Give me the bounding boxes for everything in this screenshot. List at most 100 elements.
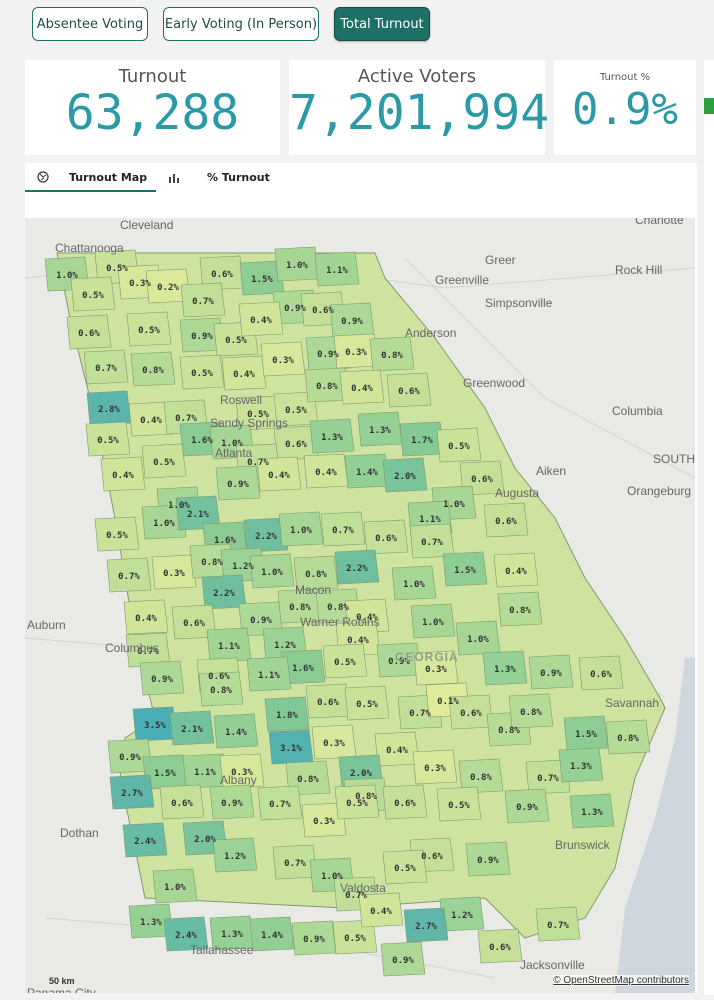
city-label: SOUTH xyxy=(653,452,695,466)
city-label: Jacksonville xyxy=(520,958,585,972)
county-turnout-label: 0.4% xyxy=(135,614,157,624)
county-turnout-label: 0.8% xyxy=(327,603,349,613)
absentee-voting-tab[interactable]: Absentee Voting xyxy=(32,7,148,41)
county-turnout-label: 0.7% xyxy=(421,538,443,548)
county-turnout-label: 0.8% xyxy=(142,366,164,376)
county-turnout-label: 0.5% xyxy=(153,458,175,468)
county-turnout-label: 1.6% xyxy=(214,536,236,546)
county-turnout-label: 1.0% xyxy=(153,519,175,529)
county-turnout-label: 0.9% xyxy=(317,350,339,360)
county-turnout-label: 1.1% xyxy=(194,768,216,778)
city-label: Brunswick xyxy=(555,838,611,852)
county-turnout-label: 0.5% xyxy=(225,336,247,346)
county-turnout-label: 0.2% xyxy=(157,283,179,293)
active-voters-label: Active Voters xyxy=(357,66,477,87)
city-label: Orangeburg xyxy=(627,484,691,498)
county-turnout-label: 2.1% xyxy=(187,510,209,520)
county-turnout-label: 1.1% xyxy=(326,266,348,276)
county-turnout-label: 0.8% xyxy=(210,686,232,696)
county-turnout-label: 0.5% xyxy=(448,442,470,452)
county-turnout-label: 1.0% xyxy=(286,261,308,271)
county-turnout-label: 2.2% xyxy=(213,589,235,599)
county-turnout-label: 2.0% xyxy=(194,835,216,845)
county-turnout-label: 1.5% xyxy=(154,769,176,779)
county-turnout-label: 1.0% xyxy=(403,580,425,590)
globe-icon[interactable] xyxy=(37,163,49,191)
county-turnout-label: 0.6% xyxy=(489,943,511,953)
county-turnout-label: 0.4% xyxy=(315,468,337,478)
map-svg: 1.0%0.5%0.3% 0.2%0.6% 1.5%1.0% 1.1%0.5%0.7%… xyxy=(25,218,695,993)
city-label: Greer xyxy=(485,253,516,267)
county-turnout-label: 0.6% xyxy=(398,387,420,397)
county-turnout-label: 0.5% xyxy=(346,799,368,809)
county-turnout-label: 1.5% xyxy=(575,730,597,740)
county-turnout-label: 0.6% xyxy=(590,670,612,680)
county-turnout-label: 0.3% xyxy=(424,764,446,774)
county-turnout-label: 1.4% xyxy=(356,468,378,478)
county-turnout-label: 0.3% xyxy=(272,356,294,366)
county-turnout-label: 0.4% xyxy=(233,370,255,380)
city-label: Valdosta xyxy=(340,881,386,895)
county-turnout-label: 1.3% xyxy=(581,808,603,818)
county-turnout-label: 0.5% xyxy=(394,864,416,874)
county-turnout-label: 0.6% xyxy=(394,799,416,809)
county-turnout-label: 0.4% xyxy=(112,471,134,481)
county-turnout-label: 0.6% xyxy=(471,475,493,485)
turnout-value: 63,288 xyxy=(65,85,240,141)
county-turnout-label: 0.7% xyxy=(118,572,140,582)
county-turnout-label: 1.0% xyxy=(443,500,465,510)
county-turnout-label: 0.7% xyxy=(284,859,306,869)
county-turnout-label: 0.5% xyxy=(285,406,307,416)
city-label: Greenville xyxy=(435,273,489,287)
county-turnout-label: 0.6% xyxy=(421,852,443,862)
city-label: Aiken xyxy=(536,464,566,478)
turnout-kpi: Turnout 63,288 xyxy=(25,60,280,155)
county-turnout-label: 1.0% xyxy=(56,271,78,281)
osm-attribution[interactable]: © OpenStreetMap contributors xyxy=(553,975,689,986)
bar-chart-icon[interactable] xyxy=(168,163,180,191)
tab-pct-turnout[interactable]: % Turnout xyxy=(207,163,270,191)
city-label: Dothan xyxy=(60,826,99,840)
county-turnout-label: 1.1% xyxy=(419,515,441,525)
county-turnout-label: 0.8% xyxy=(470,773,492,783)
city-label: Columbus xyxy=(105,641,159,655)
tab-turnout-map[interactable]: Turnout Map xyxy=(69,163,147,191)
county-turnout-label: 0.5% xyxy=(448,801,470,811)
early-voting-tab[interactable]: Early Voting (In Person) xyxy=(163,7,319,41)
county-turnout-label: 1.3% xyxy=(221,930,243,940)
county-turnout-label: 1.3% xyxy=(570,762,592,772)
city-label: Cleveland xyxy=(120,218,173,232)
county-turnout-label: 0.9% xyxy=(250,616,272,626)
city-label: Roswell xyxy=(220,393,262,407)
city-label: Anderson xyxy=(405,326,456,340)
adjacent-panel-edge xyxy=(704,60,714,995)
county-turnout-label: 0.7% xyxy=(269,800,291,810)
map-tabs: Turnout Map % Turnout xyxy=(25,163,697,193)
county-turnout-label: 0.9% xyxy=(516,803,538,813)
county-turnout-label: 0.4% xyxy=(268,471,290,481)
county-turnout-label: 1.0% xyxy=(290,526,312,536)
turnout-pct-kpi: Turnout % 0.9% xyxy=(554,60,696,155)
county-turnout-label: 0.5% xyxy=(106,264,128,274)
county-turnout-label: 0.6% xyxy=(312,306,334,316)
turnout-map[interactable]: 1.0% 0.5% 0.3% 0.2% 0.6% 1.5% 1.0% 1.1% 0.5% 0.7%… xyxy=(25,218,695,993)
county-turnout-label: 0.7% xyxy=(175,414,197,424)
city-label: Sandy Springs xyxy=(210,416,288,430)
county-turnout-label: 0.6% xyxy=(285,440,307,450)
county-turnout-label: 0.7% xyxy=(409,709,431,719)
county-turnout-label: 0.8% xyxy=(617,734,639,744)
county-turnout-label: 2.0% xyxy=(350,769,372,779)
county-turnout-label: 1.3% xyxy=(321,433,343,443)
county-turnout-label: 0.3% xyxy=(163,569,185,579)
county-turnout-label: 0.8% xyxy=(297,775,319,785)
county-turnout-label: 0.4% xyxy=(386,746,408,756)
county-turnout-label: 0.1% xyxy=(437,697,459,707)
county-turnout-label: 0.5% xyxy=(106,531,128,541)
total-turnout-tab[interactable]: Total Turnout xyxy=(334,7,430,41)
county-turnout-label: 0.4% xyxy=(250,316,272,326)
city-label: Auburn xyxy=(27,618,66,632)
county-turnout-label: 2.0% xyxy=(394,472,416,482)
city-label: Greenwood xyxy=(463,376,525,390)
county-turnout-label: 0.9% xyxy=(303,935,325,945)
county-turnout-label: 1.0% xyxy=(422,618,444,628)
